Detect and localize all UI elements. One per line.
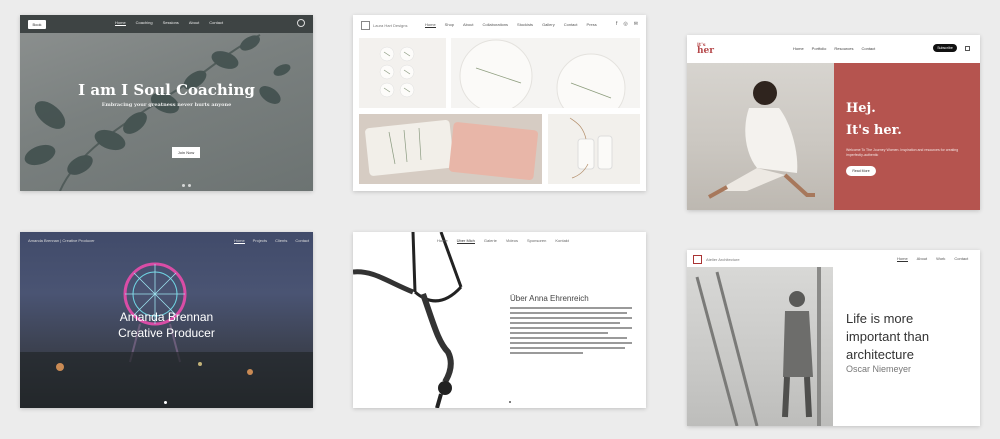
- nav-links: Home Shop About Collaborations Stockists…: [425, 22, 597, 28]
- hero-heading-2: It's her.: [846, 123, 902, 138]
- template-card-architecture[interactable]: Atelier Architecture Home About Work Con…: [687, 250, 980, 426]
- nav-link[interactable]: Resources: [834, 46, 853, 51]
- nav-link[interactable]: Collaborations: [482, 22, 508, 28]
- gallery-image[interactable]: [451, 38, 640, 123]
- nav-link[interactable]: Home: [437, 238, 448, 244]
- quote-line-3: architecture: [846, 347, 914, 362]
- nav-link[interactable]: Contact: [861, 46, 875, 51]
- hero-copy: Welcome To The Journey Women. Inspiratio…: [846, 148, 959, 157]
- section-heading: Über Anna Ehrenreich: [510, 294, 589, 303]
- mail-icon[interactable]: ✉: [634, 21, 638, 27]
- quote-line-1: Life is more: [846, 311, 914, 326]
- instagram-icon[interactable]: ◎: [623, 21, 627, 27]
- nav-link[interactable]: Shop: [445, 22, 454, 28]
- architect-illustration: [695, 267, 821, 426]
- logo[interactable]: it's her: [697, 43, 715, 56]
- nav-link[interactable]: Sponsoren: [527, 238, 546, 244]
- template-card-anna-ehrenreich[interactable]: Home Über Mich Galerie Videos Sponsoren …: [353, 232, 646, 408]
- vases-illustration: [569, 117, 613, 179]
- nav-link[interactable]: Home: [793, 46, 804, 51]
- hero-subtitle: Creative Producer: [118, 326, 215, 340]
- logo-bottom: her: [697, 46, 715, 56]
- site-header: it's her Home Portfolio Resources Contac…: [687, 35, 980, 63]
- brand-name: Atelier Architecture: [706, 257, 740, 262]
- nav-link[interactable]: About: [917, 256, 927, 262]
- nav-link[interactable]: Videos: [506, 238, 518, 244]
- slider-dot[interactable]: [164, 401, 167, 404]
- template-card-ceramics[interactable]: Laura Hart Designs Home Shop About Colla…: [353, 15, 646, 191]
- quote-author: Oscar Niemeyer: [846, 364, 912, 374]
- subscribe-button[interactable]: Subscribe: [933, 44, 957, 52]
- small-plates-illustration: [379, 46, 415, 98]
- facebook-icon[interactable]: f: [616, 21, 617, 27]
- nav-link[interactable]: Home: [897, 256, 908, 262]
- hero-photo: [687, 267, 833, 426]
- nav-links: Home Über Mich Galerie Videos Sponsoren …: [437, 238, 569, 244]
- trays-illustration: [365, 120, 538, 180]
- quote-line-2: important than: [846, 329, 930, 344]
- aerial-hoop-illustration: [353, 232, 463, 408]
- woman-sitting-illustration: [708, 81, 815, 199]
- nav-link[interactable]: Stockists: [517, 22, 533, 28]
- slider-dot[interactable]: [509, 401, 511, 403]
- hero-heading-1: Hej.: [846, 101, 876, 116]
- social-icons: f ◎ ✉: [616, 21, 638, 27]
- nav-link[interactable]: Galerie: [484, 238, 497, 244]
- logo-icon[interactable]: [361, 20, 370, 30]
- nav-link[interactable]: Contact: [564, 22, 578, 28]
- join-button[interactable]: Join Now: [172, 147, 200, 158]
- gallery-image[interactable]: [359, 38, 446, 108]
- logo-icon[interactable]: [693, 255, 702, 264]
- template-card-amanda-brennan[interactable]: Amanda Brennan | Creative Producer Home …: [20, 232, 313, 408]
- nav-link[interactable]: Kontakt: [555, 238, 569, 244]
- bio-text-lines: [510, 307, 632, 357]
- large-plates-illustration: [459, 39, 626, 123]
- nav-link[interactable]: Home: [425, 22, 436, 28]
- nav-link[interactable]: Work: [936, 256, 945, 262]
- nav-links: Home Portfolio Resources Contact: [793, 46, 875, 51]
- nav-link[interactable]: Gallery: [542, 22, 555, 28]
- nav-links: Home About Work Contact: [897, 256, 968, 262]
- gallery-image[interactable]: [359, 114, 542, 184]
- gallery-image[interactable]: [548, 114, 640, 184]
- brand-name: Laura Hart Designs: [373, 22, 408, 28]
- hero-photo: [687, 63, 834, 210]
- nav-link[interactable]: Portfolio: [812, 46, 827, 51]
- nav-link[interactable]: Contact: [954, 256, 968, 262]
- nav-link[interactable]: About: [463, 22, 473, 28]
- hero-title: I am I Soul Coaching: [78, 81, 255, 99]
- template-card-soul-coaching[interactable]: Book Home Coaching Sessions About Contac…: [20, 15, 313, 191]
- hero-subtitle: Embracing your greatness never hurts any…: [101, 102, 232, 108]
- hero-title: Amanda Brennan: [119, 310, 214, 324]
- nav-link[interactable]: Über Mich: [456, 238, 475, 244]
- read-more-button[interactable]: Read More: [846, 166, 876, 176]
- hero-panel: Hej. It's her. Welcome To The Journey Wo…: [834, 63, 980, 210]
- slider-dots[interactable]: [182, 184, 191, 187]
- template-card-its-her[interactable]: it's her Home Portfolio Resources Contac…: [687, 35, 980, 210]
- nav-link[interactable]: Press: [587, 22, 597, 28]
- menu-icon[interactable]: [965, 46, 970, 51]
